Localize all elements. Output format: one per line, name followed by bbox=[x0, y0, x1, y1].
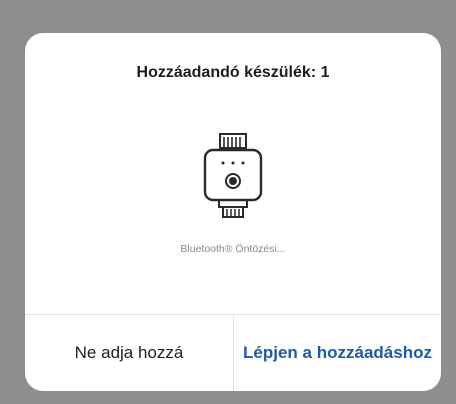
irrigation-timer-icon bbox=[202, 132, 264, 220]
add-device-dialog: Hozzáadandó készülék: 1 Bluetooth® Öntöz… bbox=[25, 33, 441, 391]
add-device-button[interactable]: Lépjen a hozzáadáshoz bbox=[234, 315, 441, 391]
cancel-button[interactable]: Ne adja hozzá bbox=[25, 315, 233, 391]
device-name: Bluetooth® Öntözési... bbox=[180, 243, 286, 255]
dialog-title: Hozzáadandó készülék: 1 bbox=[136, 64, 330, 81]
